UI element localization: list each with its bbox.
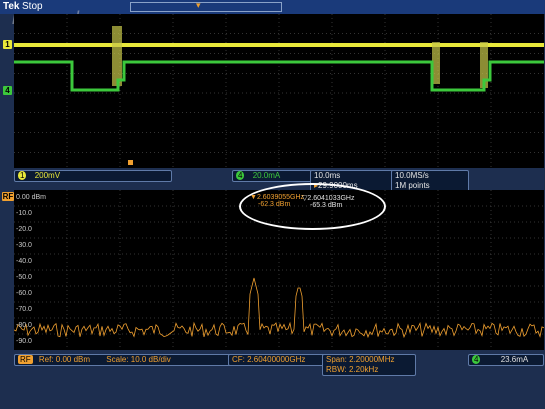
ch1-readout[interactable]: 1 200mV: [14, 170, 172, 182]
timebase-per-div: 10.0ms: [314, 171, 341, 180]
rf-readouts: RF Ref: 0.00 dBm Scale: 10.0 dB/div CF: …: [0, 352, 545, 378]
y-label-6: -60.0: [16, 290, 32, 297]
span-rbw-readout[interactable]: Span: 2.20000MHz RBW: 2.20kHz: [322, 354, 416, 376]
y-label-3: -30.0: [16, 242, 32, 249]
time-domain-graticule: [14, 14, 544, 172]
trigger-readout[interactable]: 4 23.6mA: [468, 354, 544, 366]
ch4-readout[interactable]: 4 20.0mA: [232, 170, 312, 182]
y-label-5: -50.0: [16, 274, 32, 281]
y-label-7: -70.0: [16, 306, 32, 313]
record-position-track[interactable]: [130, 2, 282, 12]
ch4-scale: 20.0mA: [252, 171, 281, 180]
rf-ref-readout[interactable]: RF Ref: 0.00 dBm Scale: 10.0 dB/div: [14, 354, 232, 366]
ref-level: Ref: 0.00 dBm: [38, 355, 91, 364]
sample-rate: 10.0MS/s: [395, 171, 429, 180]
ch4-badge: 4: [236, 171, 245, 180]
scope-window: Tek Stop ▾ newmaker.com 1 4 1 200mV 4 20…: [0, 0, 545, 409]
rbw-value: RBW: 2.20kHz: [326, 365, 379, 374]
acquisition-readout[interactable]: 10.0MS/s 1M points: [391, 170, 469, 192]
trigger-source-badge: 4: [472, 355, 481, 364]
ch1-scale: 200mV: [34, 171, 61, 180]
rf-badge: RF: [18, 355, 33, 364]
y-label-1: -10.0: [16, 210, 32, 217]
y-label-2: -20.0: [16, 226, 32, 233]
scale-readout: Scale: 10.0 dB/div: [106, 355, 171, 364]
y-label-0: 0.00 dBm: [16, 194, 46, 201]
marker-highlight-ellipse: [239, 183, 386, 230]
trigger-position-icon: ▾: [196, 0, 201, 10]
ch1-badge: 1: [18, 171, 27, 180]
center-frequency[interactable]: CF: 2.60400000GHz: [228, 354, 326, 366]
y-label-8: -80.0: [16, 322, 32, 329]
span-value: Span: 2.20000MHz: [326, 355, 395, 364]
time-domain-plot[interactable]: [14, 14, 544, 172]
burst-1: [112, 26, 122, 86]
y-label-4: -40.0: [16, 258, 32, 265]
y-label-9: -90.0: [16, 338, 32, 345]
ch1-trace: [14, 43, 544, 47]
rf-marker[interactable]: RF: [2, 192, 14, 201]
ch1-marker[interactable]: 1: [3, 40, 12, 49]
ch4-marker[interactable]: 4: [3, 86, 12, 95]
trigger-point-icon: [128, 160, 133, 165]
trigger-level: 23.6mA: [500, 355, 529, 364]
